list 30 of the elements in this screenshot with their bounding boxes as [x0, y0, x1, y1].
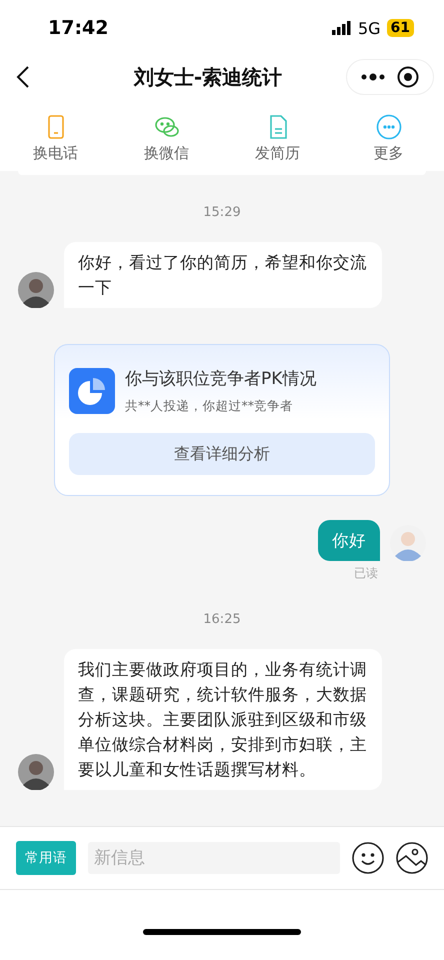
detail-analysis-button[interactable]: 查看详细分析 [69, 433, 375, 475]
more-icon[interactable] [361, 73, 385, 81]
capsule-menu[interactable] [346, 59, 434, 95]
status-time: 17:42 [48, 17, 108, 39]
timestamp: 16:25 [203, 612, 241, 627]
back-icon[interactable] [16, 66, 30, 88]
signal-icon [332, 21, 352, 35]
chat-title: 刘女士-索迪统计 [134, 64, 282, 90]
emoji-icon[interactable] [352, 842, 384, 874]
message-bubble: 你好 [318, 520, 380, 561]
action-button[interactable]: 更多 [348, 114, 428, 163]
card-subtitle: 共**人投递，你超过**竞争者 [125, 398, 294, 415]
action-button[interactable]: 换电话 [16, 114, 96, 163]
battery-level: 61 [386, 19, 414, 37]
action-button[interactable]: 换微信 [126, 114, 206, 163]
chat-bubbles-icon [154, 114, 180, 140]
network-type: 5G [358, 18, 381, 38]
pie-chart-icon [69, 368, 115, 414]
avatar [18, 754, 54, 790]
image-icon[interactable] [396, 842, 428, 874]
message-input[interactable]: 新信息 [88, 842, 340, 874]
message-bubble: 我们主要做政府项目的，业务有统计调查，课题研究，统计软件服务，大数据分析这块。主要团队派驻到区级和市级单位做综合材料岗，安排到市妇联，主要以儿童和女性话题撰写材料。 [64, 649, 382, 790]
avatar [18, 272, 54, 308]
close-target-icon[interactable] [397, 66, 419, 88]
message-bubble: 你好，看过了你的简历，希望和你交流一下 [64, 242, 382, 308]
card-title: 你与该职位竞争者PK情况 [125, 368, 316, 390]
more-icon [376, 114, 402, 140]
timestamp: 15:29 [203, 205, 241, 220]
read-status: 已读 [354, 565, 378, 582]
action-button[interactable]: 发简历 [238, 114, 318, 163]
